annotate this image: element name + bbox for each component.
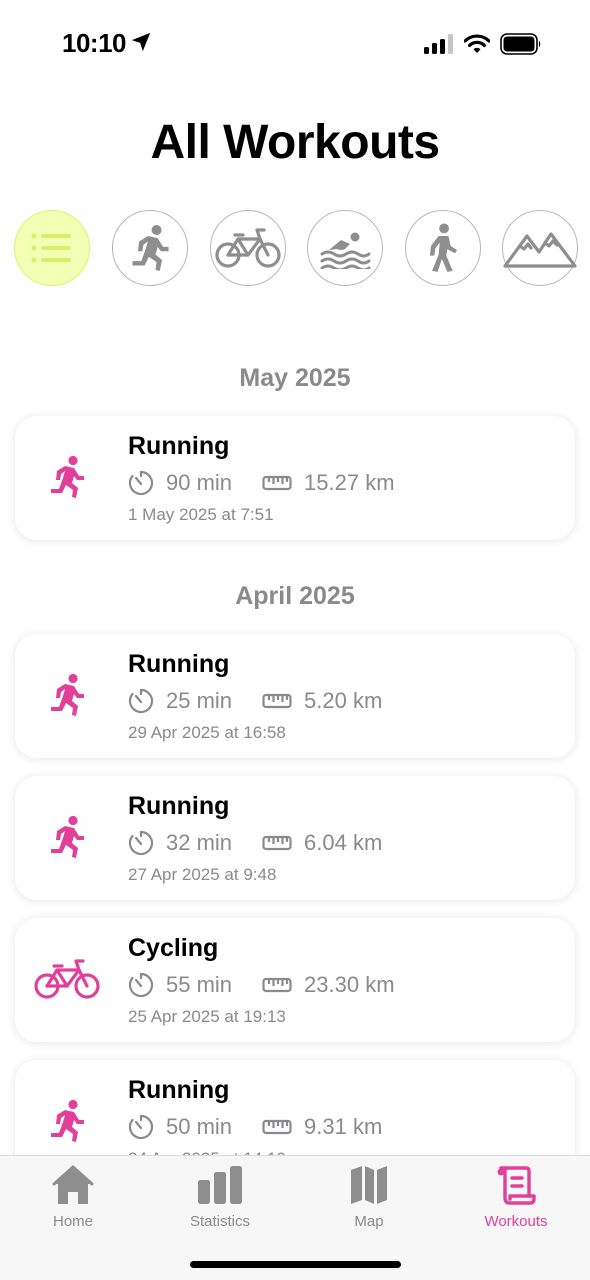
workout-duration: 32 min <box>166 830 233 855</box>
tab-label: Home <box>52 1213 93 1230</box>
status-bar: 10:10 <box>0 0 590 88</box>
workout-distance: 9.31 km <box>304 1114 383 1139</box>
tab-label: Statistics <box>189 1213 250 1230</box>
tab-home[interactable]: Home <box>13 1164 133 1234</box>
workout-card[interactable]: Running 32 min 6.04 km 27 Apr 2025 at 9:… <box>15 776 575 900</box>
filter-all-button[interactable] <box>14 210 90 286</box>
workout-type: Cycling <box>128 934 219 962</box>
map-icon <box>351 1166 387 1204</box>
page-title: All Workouts <box>150 116 440 169</box>
timer-icon <box>128 470 154 496</box>
filter-hiking-button[interactable] <box>502 210 578 286</box>
running-icon <box>33 446 101 508</box>
filter-cycling-button[interactable] <box>210 210 286 286</box>
bicycle-icon <box>33 948 101 1010</box>
workout-type: Running <box>128 650 230 678</box>
tab-label: Map <box>354 1213 384 1230</box>
walking-icon <box>429 223 458 272</box>
battery-icon <box>500 33 541 55</box>
tab-workouts[interactable]: Workouts <box>456 1164 576 1234</box>
tab-label: Workouts <box>484 1213 548 1230</box>
filter-walking-button[interactable] <box>405 210 481 286</box>
home-indicator <box>190 1261 401 1268</box>
workout-date: 25 Apr 2025 at 19:13 <box>128 1007 286 1026</box>
workout-card[interactable]: Cycling 55 min 23.30 km 25 Apr 2025 at 1… <box>15 918 575 1042</box>
wifi-icon <box>464 34 490 53</box>
workout-stats: 25 min 5.20 km <box>128 686 382 716</box>
ruler-icon <box>262 977 292 993</box>
ruler-icon <box>262 475 292 491</box>
tab-map[interactable]: Map <box>309 1164 429 1234</box>
workout-duration: 50 min <box>166 1114 233 1139</box>
workout-card[interactable]: Running 25 min 5.20 km 29 Apr 2025 at 16… <box>15 634 575 758</box>
ruler-icon <box>262 1119 292 1135</box>
mountain-icon <box>503 232 577 268</box>
running-icon <box>33 664 101 726</box>
workout-type: Running <box>128 1076 230 1104</box>
filter-swimming-button[interactable] <box>307 210 383 286</box>
ruler-icon <box>262 835 292 851</box>
swimming-icon <box>320 232 371 269</box>
workout-duration: 25 min <box>166 688 233 713</box>
running-icon <box>33 806 101 868</box>
workout-stats: 50 min 9.31 km <box>128 1112 382 1142</box>
workout-date: 27 Apr 2025 at 9:48 <box>128 865 277 884</box>
location-arrow-icon <box>131 32 151 52</box>
bicycle-icon <box>215 228 281 268</box>
section-header: May 2025 <box>239 364 351 392</box>
workout-stats: 32 min 6.04 km <box>128 828 382 858</box>
bar-chart-icon <box>198 1166 242 1204</box>
workout-distance: 6.04 km <box>304 830 383 855</box>
timer-icon <box>128 972 154 998</box>
workout-duration: 55 min <box>166 972 233 997</box>
workout-type-filter <box>0 210 590 288</box>
cellular-signal-icon <box>424 34 453 54</box>
home-icon <box>52 1165 94 1204</box>
workout-date: 1 May 2025 at 7:51 <box>128 505 274 524</box>
running-icon <box>33 1090 101 1152</box>
workout-distance: 15.27 km <box>304 470 395 495</box>
section-header: April 2025 <box>235 582 355 610</box>
ruler-icon <box>262 693 292 709</box>
workout-distance: 23.30 km <box>304 972 395 997</box>
timer-icon <box>128 830 154 856</box>
workout-stats: 90 min 15.27 km <box>128 468 395 498</box>
timer-icon <box>128 1114 154 1140</box>
workout-stats: 55 min 23.30 km <box>128 970 395 1000</box>
workout-distance: 5.20 km <box>304 688 383 713</box>
workout-card[interactable]: Running 90 min 15.27 km 1 May 2025 at 7:… <box>15 416 575 540</box>
status-time: 10:10 <box>62 28 127 58</box>
workout-date: 29 Apr 2025 at 16:58 <box>128 723 286 742</box>
workout-duration: 90 min <box>166 470 233 495</box>
tab-statistics[interactable]: Statistics <box>160 1164 280 1234</box>
running-icon <box>132 224 169 271</box>
scroll-list-icon <box>497 1166 536 1205</box>
list-icon <box>31 233 71 263</box>
workout-type: Running <box>128 792 230 820</box>
timer-icon <box>128 688 154 714</box>
workout-type: Running <box>128 432 230 460</box>
filter-running-button[interactable] <box>112 210 188 286</box>
